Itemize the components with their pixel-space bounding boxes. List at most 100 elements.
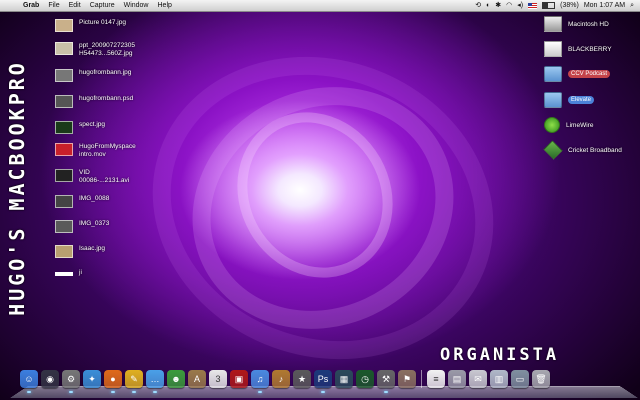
file-label: Picture 0147.jpg bbox=[79, 19, 126, 26]
hard-drive-icon bbox=[544, 16, 562, 32]
finder-icon[interactable]: ☺ bbox=[20, 370, 38, 393]
file-label: VID 00086-...2131.avi bbox=[79, 169, 130, 184]
network-utility-icon[interactable]: ⚒ bbox=[377, 370, 395, 393]
desktop-file[interactable]: IMG_0373 bbox=[55, 220, 109, 233]
apple-menu[interactable] bbox=[7, 1, 17, 10]
file-label: HugoFromMyspace intro.mov bbox=[79, 143, 136, 158]
clock[interactable]: Mon 1:07 AM bbox=[584, 1, 625, 10]
menu-capture[interactable]: Capture bbox=[90, 2, 115, 9]
downloads-stack-icon[interactable]: ▥ bbox=[490, 370, 508, 388]
desktop-file[interactable]: hugofrombann.jpg bbox=[55, 69, 131, 82]
photoshop-icon[interactable]: Ps bbox=[314, 370, 332, 393]
desktop-file[interactable]: hugofrombann.psd bbox=[55, 95, 133, 108]
trash-icon[interactable]: 🗑 bbox=[532, 370, 550, 388]
desktop-file[interactable]: ji bbox=[55, 269, 82, 277]
desktop-file[interactable]: spect.jpg bbox=[55, 121, 105, 134]
time-machine-menu-icon[interactable]: ⟲ bbox=[475, 1, 481, 10]
folder-icon bbox=[544, 66, 562, 82]
desktop-file[interactable]: ppt_200907272305 H54473...560Z.jpg bbox=[55, 42, 135, 58]
document-icon[interactable]: ≡ bbox=[427, 370, 445, 388]
file-thumbnail-icon bbox=[55, 19, 73, 32]
desktop-file[interactable]: IMG_0088 bbox=[55, 195, 109, 208]
itunes-icon[interactable]: ♫ bbox=[251, 370, 269, 393]
menu-edit[interactable]: Edit bbox=[69, 2, 81, 9]
desktop-file[interactable]: Isaac.jpg bbox=[55, 245, 105, 258]
firefox-icon[interactable]: ● bbox=[104, 370, 122, 393]
desktop-file[interactable]: VID 00086-...2131.avi bbox=[55, 169, 129, 185]
utility-app-icon[interactable]: ⚑ bbox=[398, 370, 416, 388]
running-indicator bbox=[69, 391, 73, 393]
safari-icon[interactable]: ✦ bbox=[83, 370, 101, 388]
wallpaper-swirl bbox=[207, 83, 423, 307]
ichat-icon[interactable]: … bbox=[146, 370, 164, 393]
desktop-file[interactable]: HugoFromMyspace intro.mov bbox=[55, 143, 136, 159]
file-thumbnail-icon bbox=[55, 95, 73, 108]
file-thumbnail-icon bbox=[55, 121, 73, 134]
file-label: ppt_200907272305 H54473...560Z.jpg bbox=[79, 42, 136, 57]
running-indicator bbox=[384, 391, 388, 393]
running-indicator bbox=[153, 391, 157, 393]
dictionary-icon[interactable]: A bbox=[188, 370, 206, 388]
battery-percent: (38%) bbox=[560, 2, 579, 9]
address-book-icon[interactable]: ☻ bbox=[167, 370, 185, 388]
photo-booth-icon[interactable]: ▣ bbox=[230, 370, 248, 388]
battery-icon[interactable] bbox=[542, 2, 556, 9]
organista-text: ORGANISTA bbox=[440, 345, 560, 365]
system-preferences-icon[interactable]: ⚙ bbox=[62, 370, 80, 393]
vertical-title: HUGO'S MACBOOKPRO bbox=[4, 18, 30, 358]
file-thumbnail-icon bbox=[55, 69, 73, 82]
bluetooth-icon[interactable]: ✱ bbox=[495, 1, 501, 10]
desktop-item[interactable]: Cricket Broadband bbox=[543, 140, 622, 160]
running-indicator bbox=[321, 391, 325, 393]
desktop-item[interactable]: Macintosh HD bbox=[544, 16, 609, 32]
file-thumbnail-icon bbox=[55, 143, 73, 156]
monitor-icon[interactable]: ▭ bbox=[511, 370, 529, 388]
desktop-title-text: HUGO'S MACBOOKPRO bbox=[5, 60, 29, 316]
imovie-icon[interactable]: ★ bbox=[293, 370, 311, 388]
file-thumbnail-icon bbox=[55, 42, 73, 55]
item-label: Cricket Broadband bbox=[568, 146, 622, 154]
file-label: ji bbox=[79, 269, 82, 276]
dock-icons: ☺ ◉ ⚙ ✦ ● ✎… ☻ A 3 ▣ ♫ ♪ ★ Ps ▦ ◷ ⚒ ⚑ ≡ ▤ ✉ ▥ ▭ 🗑 bbox=[20, 370, 550, 393]
file-thumbnail-icon bbox=[55, 272, 73, 276]
item-label: Macintosh HD bbox=[568, 20, 609, 28]
menu-extras: ⟲ ◐ ✱ ◠ ◂) (38%) Mon 1:07 AM ⌕ bbox=[475, 1, 640, 10]
ical-icon[interactable]: 3 bbox=[209, 370, 227, 388]
desktop-item[interactable]: CCV Podcast bbox=[544, 66, 611, 82]
running-indicator bbox=[132, 391, 136, 393]
desktop-file[interactable]: Picture 0147.jpg bbox=[55, 19, 126, 32]
item-label: CCV Podcast bbox=[568, 70, 611, 78]
input-flag-icon[interactable] bbox=[528, 2, 538, 9]
spotlight-icon[interactable]: ⌕ bbox=[630, 1, 634, 10]
sync-icon[interactable]: ◐ bbox=[486, 1, 490, 10]
file-label: hugofrombann.psd bbox=[79, 95, 134, 102]
wallpaper-swirl bbox=[152, 44, 494, 372]
expose-icon[interactable]: ▦ bbox=[335, 370, 353, 388]
wifi-icon[interactable]: ◠ bbox=[506, 1, 512, 10]
scanner-icon[interactable]: ▤ bbox=[448, 370, 466, 388]
dock-separator bbox=[421, 370, 422, 388]
menu-bar: Grab File Edit Capture Window Help ⟲ ◐ ✱… bbox=[0, 0, 640, 12]
desktop-item[interactable]: BLACKBERRY bbox=[544, 41, 612, 57]
dashboard-icon[interactable]: ◉ bbox=[41, 370, 59, 388]
dock: ☺ ◉ ⚙ ✦ ● ✎… ☻ A 3 ▣ ♫ ♪ ★ Ps ▦ ◷ ⚒ ⚑ ≡ ▤ ✉ ▥ ▭ 🗑 bbox=[0, 368, 640, 400]
menu-window[interactable]: Window bbox=[124, 2, 149, 9]
drive-icon bbox=[544, 41, 562, 57]
desktop-item[interactable]: Elevate bbox=[544, 92, 595, 108]
file-label: IMG_0373 bbox=[79, 220, 110, 227]
mail-stack-icon[interactable]: ✉ bbox=[469, 370, 487, 388]
file-label: hugofrombann.jpg bbox=[79, 69, 132, 76]
menu-help[interactable]: Help bbox=[158, 2, 172, 9]
wallpaper-swirl bbox=[109, 9, 537, 400]
app-menu[interactable]: Grab bbox=[23, 2, 39, 9]
item-label: BLACKBERRY bbox=[568, 45, 612, 53]
folder-icon bbox=[544, 92, 562, 108]
garageband-icon[interactable]: ♪ bbox=[272, 370, 290, 388]
volume-icon[interactable]: ◂) bbox=[517, 1, 523, 10]
menu-file[interactable]: File bbox=[48, 2, 59, 9]
desktop-item[interactable]: LimeWire bbox=[544, 117, 593, 133]
time-machine-icon[interactable]: ◷ bbox=[356, 370, 374, 388]
running-indicator bbox=[27, 391, 31, 393]
adium-icon[interactable]: ✎ bbox=[125, 370, 143, 393]
desktop: Grab File Edit Capture Window Help ⟲ ◐ ✱… bbox=[0, 0, 640, 400]
